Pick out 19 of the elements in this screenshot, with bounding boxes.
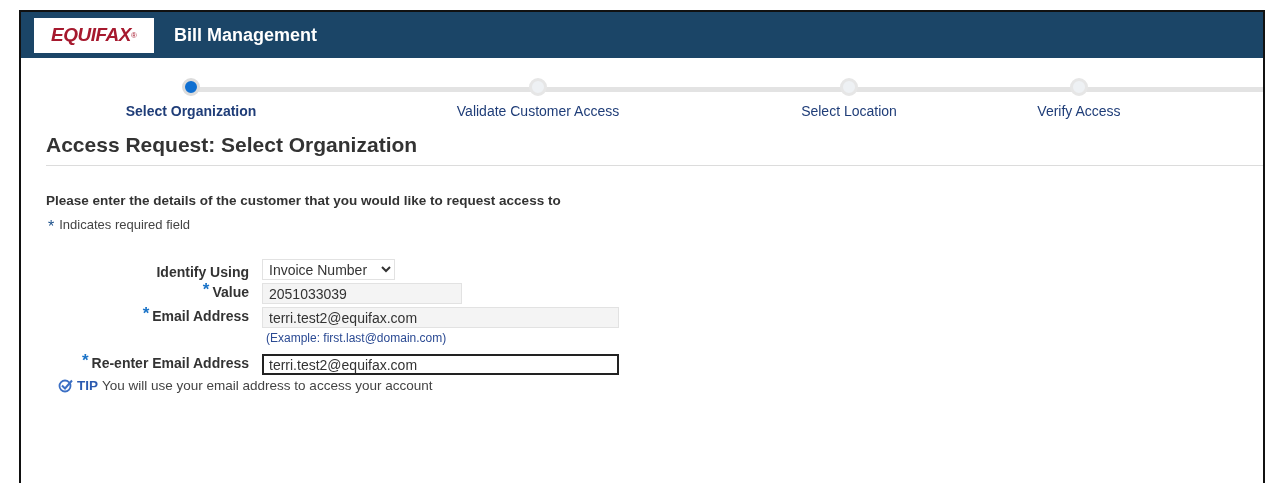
tip-text: You will use your email address to access your account bbox=[102, 378, 433, 393]
hint-text: (Example: first.last@domain.com) bbox=[265, 330, 448, 345]
step-label: Select Location bbox=[801, 103, 897, 119]
required-note: Indicates required field bbox=[59, 216, 191, 232]
input-field[interactable]: terri.test2@equifax.com bbox=[262, 307, 619, 328]
tip-label: TIP bbox=[77, 378, 98, 393]
instructions-text: Please enter the details of the customer that you would like to request access to bbox=[46, 193, 562, 208]
logo: EQUIFAX® bbox=[34, 17, 154, 53]
input-field[interactable]: 2051033039 bbox=[262, 283, 462, 304]
step-label: Verify Access bbox=[1037, 103, 1121, 119]
step-label: Validate Customer Access bbox=[456, 103, 620, 119]
app-title: Bill Management bbox=[174, 24, 318, 46]
input-field[interactable]: terri.test2@equifax.com bbox=[262, 354, 619, 375]
field-label: Identify Using bbox=[155, 264, 249, 280]
identify-dropdown[interactable]: Invoice Number bbox=[262, 259, 395, 280]
step-label: Select Organization bbox=[125, 103, 257, 119]
required-icon: * bbox=[48, 218, 55, 236]
check-icon bbox=[58, 378, 73, 393]
page-title: Access Request: Select Organization bbox=[46, 132, 419, 158]
